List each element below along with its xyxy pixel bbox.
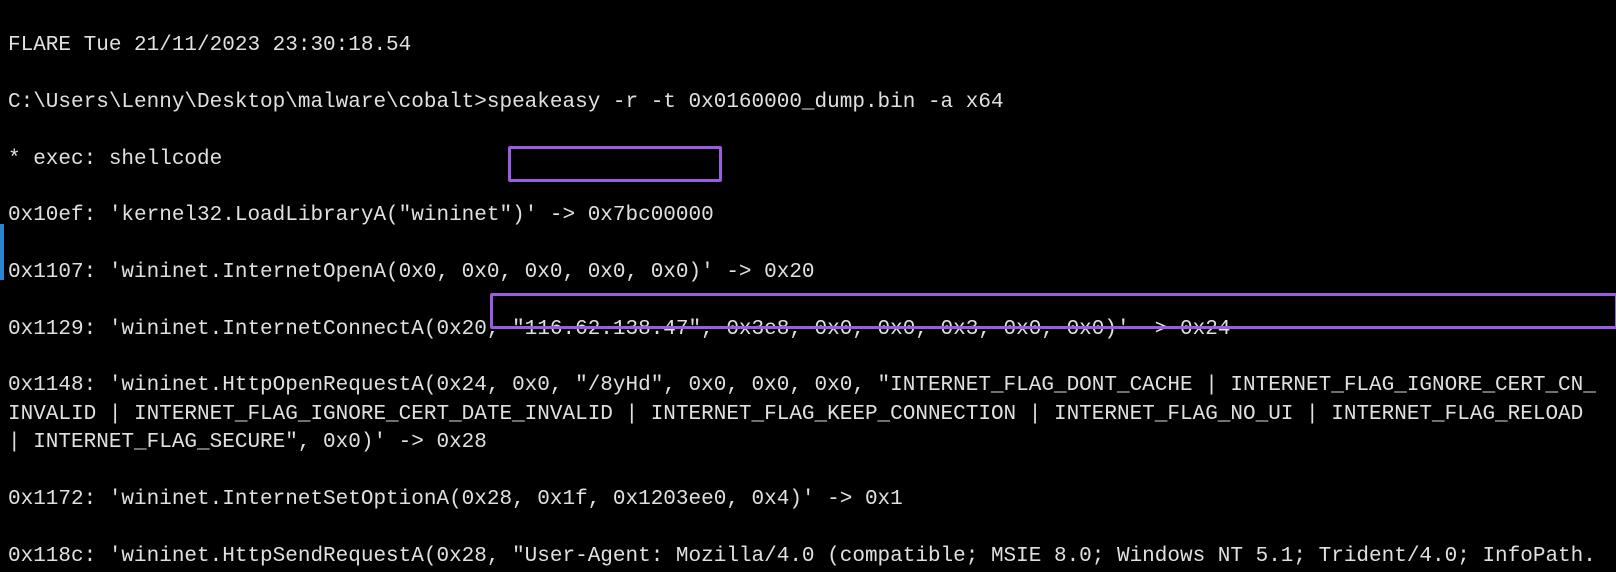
terminal-line: 0x1148: 'wininet.HttpOpenRequestA(0x24, … bbox=[8, 372, 1608, 457]
terminal-line: 0x1107: 'wininet.InternetOpenA(0x0, 0x0,… bbox=[8, 259, 1608, 287]
terminal-line: 0x10ef: 'kernel32.LoadLibraryA("wininet"… bbox=[8, 202, 1608, 230]
terminal-line: * exec: shellcode bbox=[8, 146, 1608, 174]
terminal-line: 0x118c: 'wininet.HttpSendRequestA(0x28, … bbox=[8, 543, 1608, 572]
terminal-output: FLARE Tue 21/11/2023 23:30:18.54 C:\User… bbox=[0, 0, 1616, 572]
terminal-line: C:\Users\Lenny\Desktop\malware\cobalt>sp… bbox=[8, 89, 1608, 117]
window-accent-strip bbox=[0, 224, 4, 280]
terminal-line: FLARE Tue 21/11/2023 23:30:18.54 bbox=[8, 32, 1608, 60]
terminal-line: 0x1172: 'wininet.InternetSetOptionA(0x28… bbox=[8, 486, 1608, 514]
terminal-line: 0x1129: 'wininet.InternetConnectA(0x20, … bbox=[8, 316, 1608, 344]
